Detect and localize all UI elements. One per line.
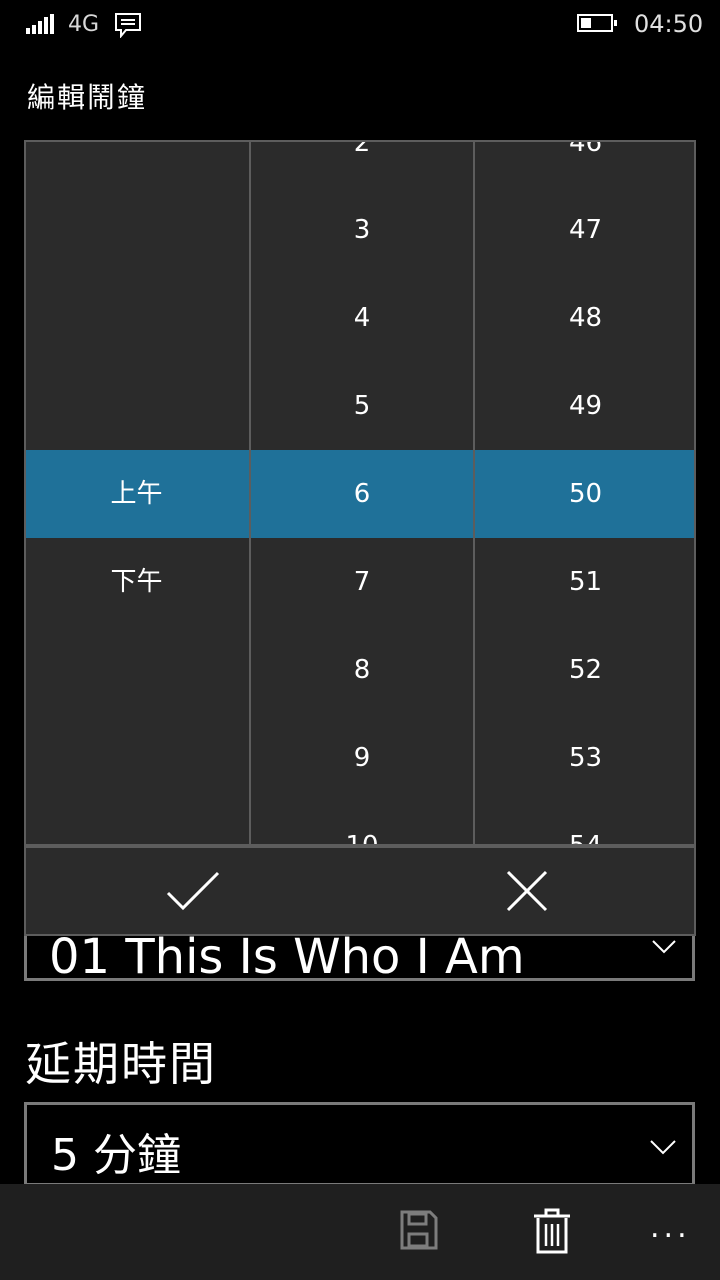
minute-item[interactable]: 52 xyxy=(475,626,694,714)
snooze-value: 5 分鐘 xyxy=(51,1130,181,1181)
close-icon xyxy=(506,870,548,912)
ampm-column[interactable]: 上午 下午 xyxy=(26,142,247,844)
ampm-item-am[interactable]: 上午 xyxy=(26,450,247,538)
hour-item[interactable]: 2 xyxy=(251,142,473,187)
minute-item[interactable]: 53 xyxy=(475,714,694,802)
delete-icon xyxy=(534,1208,570,1254)
chevron-down-icon xyxy=(650,1140,676,1155)
hour-item[interactable]: 9 xyxy=(251,714,473,802)
ampm-item-pm[interactable]: 下午 xyxy=(26,538,247,626)
status-time: 04:50 xyxy=(634,10,704,38)
hour-item[interactable]: 4 xyxy=(251,274,473,362)
hour-item[interactable]: 3 xyxy=(251,186,473,274)
signal-icon xyxy=(26,14,54,34)
delete-button[interactable] xyxy=(530,1208,578,1256)
chevron-down-icon xyxy=(652,940,676,954)
minute-item[interactable]: 46 xyxy=(475,142,694,187)
app-bar xyxy=(0,1184,720,1280)
message-icon xyxy=(115,13,141,38)
hour-item[interactable]: 5 xyxy=(251,362,473,450)
hour-item[interactable]: 10 xyxy=(251,802,473,844)
minute-item[interactable]: 47 xyxy=(475,186,694,274)
network-type: 4G xyxy=(68,12,100,37)
snooze-select[interactable]: 5 分鐘 xyxy=(24,1102,695,1186)
minute-item[interactable]: 51 xyxy=(475,538,694,626)
save-icon xyxy=(400,1210,438,1250)
time-picker: 上午 下午 2 3 4 5 6 7 8 9 10 46 47 48 49 50 … xyxy=(24,140,696,846)
page-title: 編輯鬧鐘 xyxy=(27,81,148,114)
minute-item[interactable]: 48 xyxy=(475,274,694,362)
minute-item-selected[interactable]: 50 xyxy=(475,450,694,538)
minute-item[interactable]: 54 xyxy=(475,802,694,844)
status-bar: 4G 04:50 xyxy=(0,0,720,50)
hour-column[interactable]: 2 3 4 5 6 7 8 9 10 xyxy=(249,142,473,844)
more-button[interactable]: ... xyxy=(650,1210,691,1245)
save-button[interactable] xyxy=(396,1208,444,1256)
hour-item-selected[interactable]: 6 xyxy=(251,450,473,538)
checkmark-icon xyxy=(166,871,220,911)
hour-item[interactable]: 8 xyxy=(251,626,473,714)
minute-column[interactable]: 46 47 48 49 50 51 52 53 54 xyxy=(473,142,694,844)
cancel-button[interactable] xyxy=(360,848,694,934)
minute-item[interactable]: 49 xyxy=(475,362,694,450)
snooze-label: 延期時間 xyxy=(25,1037,217,1091)
confirm-button[interactable] xyxy=(26,848,360,934)
picker-actions xyxy=(24,846,696,936)
battery-icon xyxy=(577,14,617,32)
hour-item[interactable]: 7 xyxy=(251,538,473,626)
